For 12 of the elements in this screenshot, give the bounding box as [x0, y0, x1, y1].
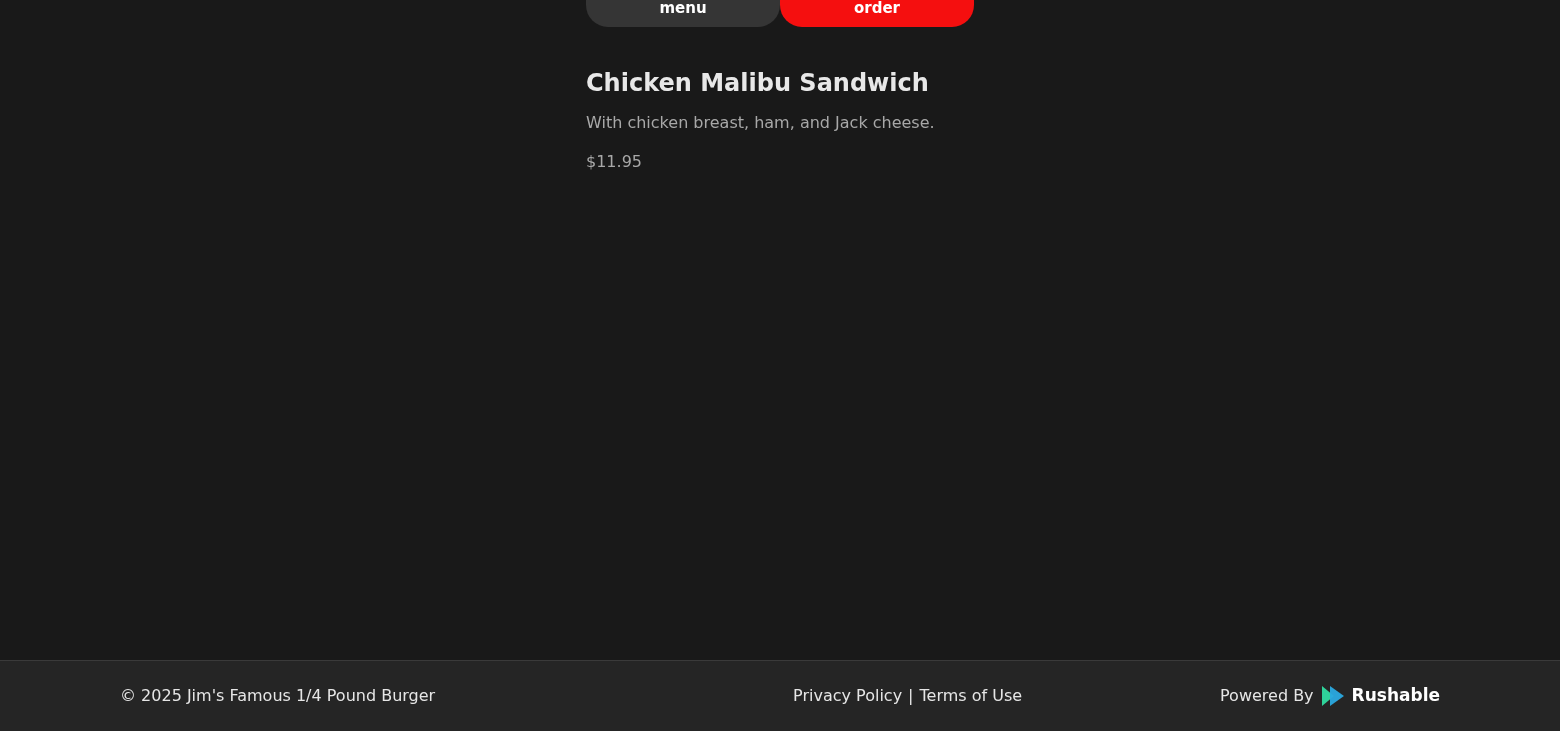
menu-button[interactable]: menu: [586, 0, 780, 27]
copyright-text: © 2025 Jim's Famous 1/4 Pound Burger: [120, 685, 436, 707]
separator-text: |: [908, 685, 914, 707]
privacy-policy-link[interactable]: Privacy Policy: [793, 684, 903, 708]
brand-name: Rushable: [1351, 684, 1440, 708]
item-price: $11.95: [586, 152, 643, 172]
item-title: Chicken Malibu Sandwich: [586, 68, 930, 98]
terms-of-use-link[interactable]: Terms of Use: [919, 684, 1023, 708]
item-description: With chicken breast, ham, and Jack cheese.: [586, 113, 936, 133]
order-button[interactable]: order: [780, 0, 974, 27]
play-arrows-icon: [1321, 686, 1344, 706]
powered-by-text: Powered By: [1220, 685, 1314, 707]
